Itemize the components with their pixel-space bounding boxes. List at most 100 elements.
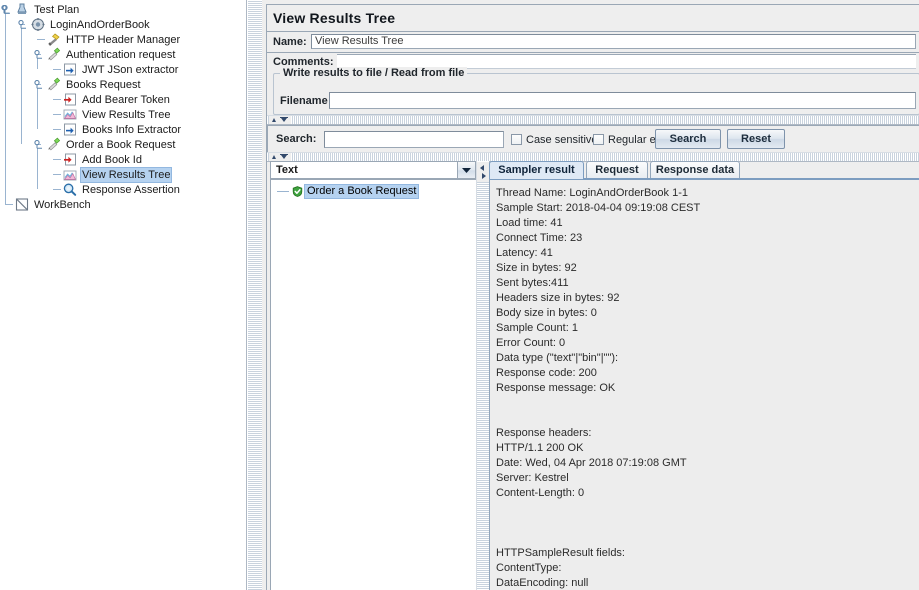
tree-node-jwt-json-extractor[interactable]: JWT JSon extractor: [62, 62, 180, 77]
main-split-divider[interactable]: [247, 0, 263, 590]
regular-exp-box[interactable]: [593, 134, 604, 145]
name-row: Name:: [273, 34, 307, 51]
element-editor-inner: View Results Tree Name: Comments: Write …: [266, 4, 919, 590]
jmeter-window: Test Plan LoginAndOrderBook HTTP Header Ma…: [0, 0, 919, 590]
view-results-tree-icon: [62, 107, 78, 122]
results-tree-entry[interactable]: Order a Book Request: [277, 184, 420, 199]
tree-expander-toggle[interactable]: [34, 139, 43, 149]
tree-node-label: LoginAndOrderBook: [50, 18, 150, 31]
tree-line: [37, 88, 38, 129]
search-button[interactable]: Search: [655, 129, 721, 149]
tree-node-response-assertion[interactable]: Response Assertion: [62, 182, 182, 197]
filename-row: Filename: [280, 93, 328, 110]
case-sensitive-checkbox[interactable]: Case sensitive: [511, 134, 598, 147]
tree-node-order-a-book-request[interactable]: Order a Book Request: [46, 137, 177, 152]
tree-node-workbench[interactable]: WorkBench: [14, 197, 93, 212]
result-tabs-pane: Sampler result Request Response data Threa…: [489, 161, 919, 590]
results-tree-entry-label: Order a Book Request: [304, 184, 420, 199]
workbench-icon: [14, 197, 30, 212]
write-results-group-title: Write results to file / Read from file: [280, 67, 468, 79]
tree-line: [53, 159, 61, 160]
split-collapse-arrows[interactable]: [269, 116, 291, 124]
tab-sampler-result[interactable]: Sampler result: [489, 161, 584, 179]
tree-node-label: Test Plan: [34, 3, 80, 16]
tree-node-label: Add Book Id: [82, 153, 142, 166]
json-extractor-icon: [62, 122, 78, 137]
tree-node-loginandorderbook[interactable]: LoginAndOrderBook: [30, 17, 152, 32]
results-vertical-split-divider[interactable]: [476, 161, 490, 590]
assertion-icon: [62, 182, 78, 197]
tab-response-data[interactable]: Response data: [650, 161, 740, 179]
tree-line: [53, 69, 61, 70]
tree-node-books-info-extractor[interactable]: Books Info Extractor: [62, 122, 183, 137]
results-tree-list[interactable]: Order a Book Request: [270, 179, 478, 590]
tree-expander-toggle-root[interactable]: [1, 4, 10, 14]
tree-node-view-results-tree[interactable]: View Results Tree: [62, 167, 173, 183]
tree-node-label: Order a Book Request: [66, 138, 176, 151]
name-separator: [267, 52, 919, 53]
name-label: Name:: [273, 36, 307, 48]
test-plan-icon: [14, 2, 30, 17]
chevron-down-icon[interactable]: [457, 162, 475, 178]
http-sampler-icon: [46, 77, 62, 92]
upper-split-divider[interactable]: [267, 115, 919, 125]
tree-expander-toggle[interactable]: [34, 49, 43, 59]
tree-node-label: WorkBench: [34, 198, 91, 211]
tree-line: [21, 28, 22, 144]
tree-expander-toggle[interactable]: [34, 79, 43, 89]
tree-node-label: Books Request: [66, 78, 141, 91]
view-results-tree-icon: [62, 168, 78, 183]
tree-line: [37, 39, 45, 40]
http-sampler-icon: [46, 47, 62, 62]
tree-line: [277, 191, 289, 192]
results-split-collapse-arrows[interactable]: [477, 162, 489, 182]
tree-node-label: Add Bearer Token: [82, 93, 170, 106]
reset-button[interactable]: Reset: [727, 129, 785, 149]
tree-line: [53, 189, 61, 190]
tree-node-test-plan[interactable]: Test Plan: [14, 2, 81, 17]
header-manager-icon: [46, 32, 62, 47]
tree-node-add-bearer-token[interactable]: Add Bearer Token: [62, 92, 172, 107]
sampler-result-text: Thread Name: LoginAndOrderBook 1-1 Sampl…: [496, 187, 701, 589]
split-collapse-arrows-2[interactable]: [269, 153, 291, 161]
tree-node-books-request[interactable]: Books Request: [46, 77, 143, 92]
tree-node-label: Response Assertion: [82, 183, 180, 196]
preprocessor-icon: [62, 92, 78, 107]
tree-node-label: View Results Tree: [80, 167, 173, 183]
search-bar-panel: Search: Case sensitive Regular exp. Sear…: [267, 125, 919, 153]
tree-node-add-book-id[interactable]: Add Book Id: [62, 152, 144, 167]
tree-line: [37, 58, 38, 69]
tree-node-label: Authentication request: [66, 48, 176, 61]
test-plan-tree-panel[interactable]: Test Plan LoginAndOrderBook HTTP Header Ma…: [0, 0, 247, 590]
preprocessor-icon: [62, 152, 78, 167]
name-input[interactable]: [311, 34, 916, 49]
tree-node-label: View Results Tree: [82, 108, 171, 121]
tree-line: [37, 148, 38, 189]
tree-line: [53, 129, 61, 130]
search-input[interactable]: [324, 131, 504, 148]
http-sampler-icon: [46, 137, 62, 152]
tree-line: [53, 99, 61, 100]
tree-node-view-results-tree[interactable]: View Results Tree: [62, 107, 172, 122]
tree-expander-toggle[interactable]: [18, 19, 27, 29]
filename-label: Filename: [280, 95, 328, 107]
case-sensitive-label: Case sensitive: [526, 134, 598, 146]
tree-line: [53, 174, 61, 175]
thread-group-icon: [30, 17, 46, 32]
tree-node-label: JWT JSon extractor: [82, 63, 179, 76]
case-sensitive-box[interactable]: [511, 134, 522, 145]
renderer-combo[interactable]: Text: [270, 161, 476, 179]
sampler-result-body: Thread Name: LoginAndOrderBook 1-1 Sampl…: [489, 178, 919, 590]
tree-node-authentication-request[interactable]: Authentication request: [46, 47, 177, 62]
page-title: View Results Tree: [273, 10, 396, 26]
element-editor-panel: View Results Tree Name: Comments: Write …: [262, 0, 919, 590]
title-separator: [267, 31, 919, 32]
tree-node-label: Books Info Extractor: [82, 123, 182, 136]
tab-request[interactable]: Request: [586, 161, 648, 179]
tree-line: [5, 204, 13, 205]
tree-node-http-header-manager[interactable]: HTTP Header Manager: [46, 32, 182, 47]
filename-input[interactable]: [329, 92, 916, 109]
json-extractor-icon: [62, 62, 78, 77]
renderer-combo-value: Text: [276, 164, 298, 176]
success-shield-icon: [292, 185, 304, 198]
